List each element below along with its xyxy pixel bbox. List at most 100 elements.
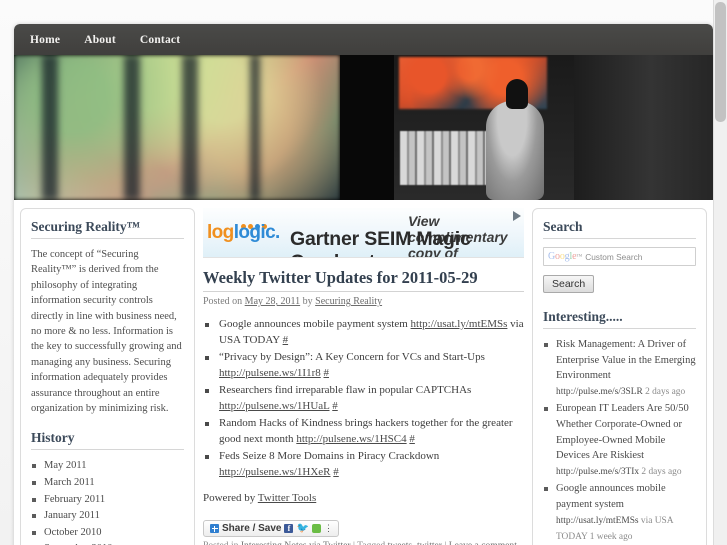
interesting-link[interactable]: http://pulse.me/s/3TIx [556, 467, 639, 477]
widget-about: Securing Reality™ The concept of “Securi… [20, 208, 195, 545]
interesting-age: 2 days ago [642, 386, 686, 397]
list-item[interactable]: February 2011 [31, 492, 184, 508]
tweet-link[interactable]: http://pulsene.ws/1I1r8 [219, 367, 321, 379]
tweet-link[interactable]: http://pulsene.ws/1HXeR [219, 466, 331, 478]
plus-icon [210, 524, 219, 533]
left-sidebar: Securing Reality™ The concept of “Securi… [20, 208, 195, 545]
tweet-text: “Privacy by Design”: A Key Concern for V… [219, 351, 485, 363]
widget-about-title: Securing Reality™ [31, 219, 184, 239]
post-meta: Posted on May 28, 2011 by Securing Reali… [203, 296, 524, 307]
interesting-text: Google announces mobile payment system [556, 483, 666, 510]
twitter-icon[interactable]: 🐦 [296, 523, 308, 534]
footer-sep-2: | [442, 540, 449, 545]
page-title: Weekly Twitter Updates for 2011-05-29 [203, 268, 524, 292]
advertisement-banner[interactable]: loglogic. View complimentary copy of Gar… [203, 208, 524, 258]
header-person [486, 101, 544, 200]
post-author-link[interactable]: Securing Reality [315, 296, 382, 307]
share-label: Share / Save [222, 523, 282, 534]
list-item: “Privacy by Design”: A Key Concern for V… [203, 350, 524, 381]
list-item[interactable]: May 2011 [31, 458, 184, 474]
ad-logo-part2: logic. [233, 222, 281, 243]
list-item: Researchers find irreparable flaw in pop… [203, 383, 524, 414]
powered-prefix: Powered by [203, 492, 258, 504]
interesting-age: 2 days ago [639, 466, 682, 477]
interesting-list: Risk Management: A Driver of Enterprise … [543, 337, 696, 545]
nav-item-about[interactable]: About [84, 34, 116, 46]
header-banner-image [14, 55, 713, 200]
tweet-link[interactable]: http://pulsene.ws/1HSC4 [296, 433, 406, 445]
header-person-head [506, 79, 528, 109]
list-item[interactable]: January 2011 [31, 508, 184, 524]
post-date-link[interactable]: May 28, 2011 [245, 296, 300, 307]
ad-line-2: Gartner SEIM Magic Quadrant [290, 228, 471, 257]
list-item: European IT Leaders Are 50/50 Whether Co… [543, 401, 696, 480]
more-options-icon[interactable]: ⋮ [324, 523, 333, 534]
tweet-hash-link[interactable]: # [332, 400, 338, 412]
twitter-tools-link[interactable]: Twitter Tools [258, 492, 316, 504]
vertical-scrollbar[interactable] [713, 0, 727, 545]
history-link-january-2011[interactable]: January 2011 [44, 510, 100, 521]
powered-by-twitter-tools: Powered by Twitter Tools [203, 492, 524, 504]
history-link-may-2011[interactable]: May 2011 [44, 460, 86, 471]
history-list: May 2011 March 2011 February 2011 Januar… [31, 458, 184, 545]
header-photo-left [14, 55, 340, 200]
tweet-hash-link[interactable]: # [333, 466, 339, 478]
search-button[interactable]: Search [543, 275, 595, 293]
tweet-link[interactable]: http://usat.ly/mtEMSs [411, 318, 508, 330]
nav-item-contact[interactable]: Contact [140, 34, 180, 46]
facebook-icon[interactable]: f [284, 524, 294, 533]
list-item: Random Hacks of Kindness brings hackers … [203, 416, 524, 447]
tweet-text: Google announces mobile payment system [219, 318, 411, 330]
tweet-hash-link[interactable]: # [409, 433, 415, 445]
history-link-march-2011[interactable]: March 2011 [44, 477, 95, 488]
post-meta-prefix: Posted on [203, 296, 245, 307]
addthis-icon[interactable] [311, 524, 321, 533]
post-footer: Posted in Interesting Notes via Twitter … [203, 538, 524, 545]
list-item[interactable]: September 2010 [31, 541, 184, 545]
tweet-link[interactable]: http://pulsene.ws/1HUaL [219, 400, 330, 412]
ad-logo-part1: log [207, 222, 234, 243]
trademark-symbol: ™ [576, 253, 583, 260]
widget-search: Search Google ™ Custom Search Search Inter… [532, 208, 707, 545]
leave-a-comment-link[interactable]: Leave a comment [449, 540, 517, 545]
history-link-october-2010[interactable]: October 2010 [44, 527, 101, 538]
search-input[interactable]: Google ™ Custom Search [543, 247, 696, 266]
list-item[interactable]: October 2010 [31, 525, 184, 541]
interesting-text: European IT Leaders Are 50/50 Whether Co… [556, 403, 689, 462]
footer-tag-tweets[interactable]: tweets [388, 540, 413, 545]
interesting-link[interactable]: http://pulse.me/s/3SLR [556, 387, 643, 397]
list-item[interactable]: March 2011 [31, 475, 184, 491]
site-wrapper: Home About Contact Securing Reality™ The… [14, 24, 713, 545]
footer-tag-twitter[interactable]: twitter [417, 540, 442, 545]
ad-choices-icon[interactable] [513, 211, 521, 221]
widget-history-title: History [31, 430, 184, 451]
interesting-text: Risk Management: A Driver of Enterprise … [556, 339, 696, 382]
tweet-list: Google announces mobile payment system h… [203, 317, 524, 480]
widget-interesting-title: Interesting..... [543, 309, 696, 329]
header-photo-divider [340, 55, 394, 200]
main-navigation: Home About Contact [14, 24, 713, 55]
page-content: Securing Reality™ The concept of “Securi… [14, 200, 713, 545]
post-meta-by: by [300, 296, 316, 307]
footer-sep-1: | Tagged [351, 540, 388, 545]
loglogic-logo: loglogic. [207, 222, 280, 244]
footer-category-link[interactable]: Interesting Notes via Twitter [241, 540, 351, 545]
list-item: Risk Management: A Driver of Enterprise … [543, 337, 696, 400]
list-item: Google announces mobile payment system h… [203, 317, 524, 348]
footer-posted-in-label: Posted in [203, 540, 241, 545]
widget-about-text: The concept of “Securing Reality™” is de… [31, 249, 182, 415]
history-link-february-2011[interactable]: February 2011 [44, 494, 105, 505]
widget-search-title: Search [543, 219, 696, 239]
right-sidebar: Search Google ™ Custom Search Search Inter… [532, 208, 707, 545]
nav-item-home[interactable]: Home [30, 34, 60, 46]
list-item: Google announces mobile payment system h… [543, 481, 696, 545]
tweet-hash-link[interactable]: # [283, 334, 289, 346]
list-item: Feds Seize 8 More Domains in Piracy Crac… [203, 449, 524, 480]
interesting-link[interactable]: http://usat.ly/mtEMSs [556, 516, 639, 526]
scrollbar-thumb[interactable] [715, 2, 726, 122]
tweet-hash-link[interactable]: # [324, 367, 330, 379]
share-save-button[interactable]: Share / Save f 🐦 ⋮ [203, 520, 339, 537]
tweet-text: Researchers find irreparable flaw in pop… [219, 384, 472, 396]
main-column: loglogic. View complimentary copy of Gar… [195, 208, 532, 545]
browser-page: Home About Contact Securing Reality™ The… [0, 0, 727, 545]
